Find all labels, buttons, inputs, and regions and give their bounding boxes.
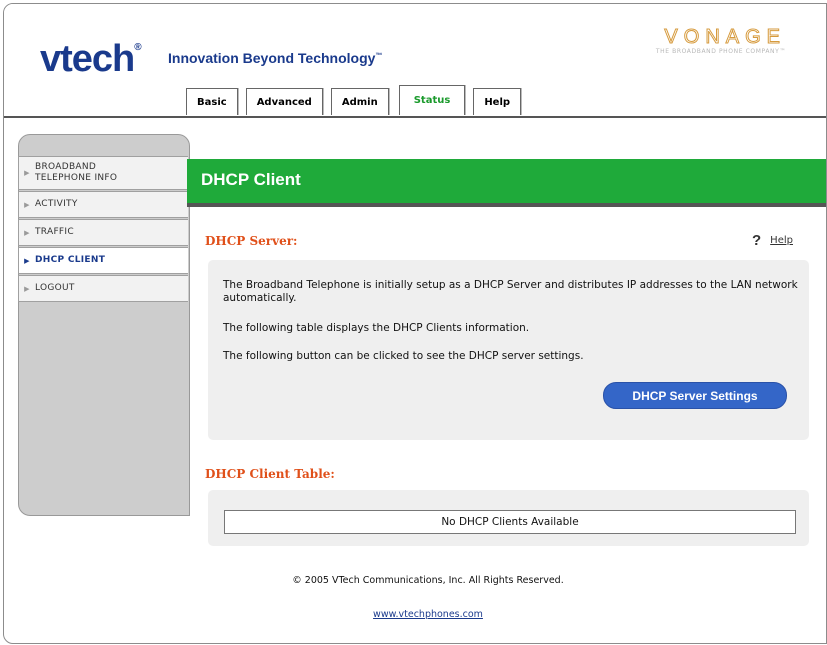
tab-basic[interactable]: Basic xyxy=(186,88,238,115)
clients-info-text: The following table displays the DHCP Cl… xyxy=(223,322,530,334)
vtechphones-link[interactable]: www.vtechphones.com xyxy=(373,609,483,620)
help-icon[interactable]: ? xyxy=(752,232,761,249)
page-title-bar: DHCP Client xyxy=(187,159,826,207)
help-link[interactable]: Help xyxy=(770,235,793,246)
arrow-right-icon: ▶ xyxy=(24,200,30,209)
header: vtech® Innovation Beyond Technology™ VON… xyxy=(4,4,826,119)
dhcp-server-heading: DHCP Server: xyxy=(205,234,298,248)
sidebar-item-label: DHCP CLIENT xyxy=(35,255,106,265)
page-frame: vtech® Innovation Beyond Technology™ VON… xyxy=(3,3,827,644)
sidebar-item-logout[interactable]: ▶ LOGOUT xyxy=(18,275,188,302)
tab-status[interactable]: Status xyxy=(398,85,466,115)
main-tabs: Basic Advanced Admin Status Help xyxy=(186,85,522,116)
sidebar-item-label: ACTIVITY xyxy=(35,199,78,209)
copyright-text: © 2005 VTech Communications, Inc. All Ri… xyxy=(292,575,564,586)
trademark-mark: ™ xyxy=(375,52,383,60)
tab-admin[interactable]: Admin xyxy=(330,88,389,115)
sidebar-item-label: TRAFFIC xyxy=(35,227,74,237)
vonage-tagline: THE BROADBAND PHONE COMPANY™ xyxy=(655,48,786,55)
sidebar-item-broadband-telephone-info[interactable]: ▶ BROADBAND TELEPHONE INFO xyxy=(18,156,188,190)
sidebar-item-activity[interactable]: ▶ ACTIVITY xyxy=(18,191,188,218)
tab-advanced[interactable]: Advanced xyxy=(245,88,323,115)
sidebar-nav: ▶ BROADBAND TELEPHONE INFO ▶ ACTIVITY ▶ … xyxy=(18,156,188,303)
arrow-right-icon: ▶ xyxy=(24,284,30,293)
brand-text: vtech xyxy=(40,38,135,80)
help-area: ? Help xyxy=(752,232,793,249)
tab-help[interactable]: Help xyxy=(473,88,522,115)
sidebar-item-traffic[interactable]: ▶ TRAFFIC xyxy=(18,219,188,246)
settings-info-text: The following button can be clicked to s… xyxy=(223,350,584,362)
sidebar-item-label: BROADBAND TELEPHONE INFO xyxy=(35,162,118,183)
arrow-right-icon: ▶ xyxy=(24,169,30,177)
vtech-logo: vtech® xyxy=(40,38,142,81)
dhcp-client-table: No DHCP Clients Available xyxy=(224,510,796,534)
header-divider xyxy=(4,116,826,118)
dhcp-client-table-heading: DHCP Client Table: xyxy=(205,467,335,481)
server-description: The Broadband Telephone is initially set… xyxy=(223,279,798,304)
sidebar-item-dhcp-client[interactable]: ▶ DHCP CLIENT xyxy=(18,247,188,274)
page-title: DHCP Client xyxy=(201,170,301,189)
vonage-name: VONAGE xyxy=(664,26,786,49)
sidebar-item-label: LOGOUT xyxy=(35,283,75,293)
tagline: Innovation Beyond Technology™ xyxy=(168,50,382,66)
vonage-logo: VONAGE THE BROADBAND PHONE COMPANY™ xyxy=(655,26,786,56)
arrow-right-icon: ▶ xyxy=(24,228,30,237)
registered-mark: ® xyxy=(134,42,141,53)
tagline-text: Innovation Beyond Technology xyxy=(168,50,376,66)
dhcp-server-panel: The Broadband Telephone is initially set… xyxy=(208,260,809,440)
dhcp-server-settings-button[interactable]: DHCP Server Settings xyxy=(603,382,787,409)
arrow-right-icon: ▶ xyxy=(24,256,30,265)
